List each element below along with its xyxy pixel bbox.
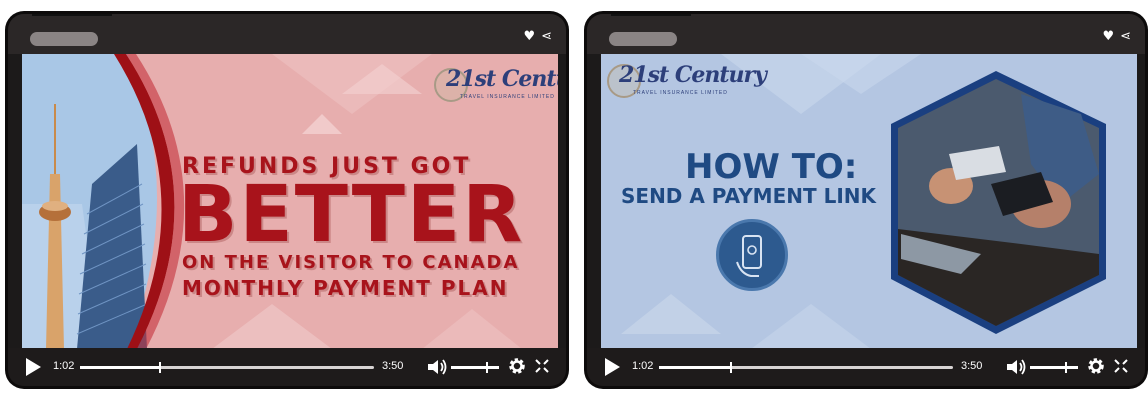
headline-line-3: ON THE VISITOR TO CANADA [182,252,520,273]
gear-icon[interactable] [507,356,527,376]
video-player-right[interactable]: ♥ ⋖ 21st Century TRAVEL INSURANCE LIMITE… [587,14,1145,386]
duration: 3:50 [382,360,404,372]
volume-icon[interactable] [426,357,448,377]
play-icon[interactable] [26,358,41,376]
fullscreen-icon[interactable] [534,358,550,374]
video-frame-left[interactable]: 21st Century TRAVEL INSURANCE LIMITED RE… [22,54,558,349]
video-frame-right[interactable]: 21st Century TRAVEL INSURANCE LIMITED HO… [601,54,1137,349]
video-title: HOW TO: [685,147,858,187]
frame-tab [645,14,691,16]
fullscreen-icon[interactable] [1113,358,1129,374]
progress-fill [80,366,160,369]
volume-icon[interactable] [1005,357,1027,377]
share-icon[interactable]: ⋖ [541,29,552,44]
volume-handle[interactable] [485,362,488,373]
player-controls: 1:02 3:50 [587,348,1145,386]
player-top-bar: ♥ ⋖ [587,14,1145,54]
progress-handle[interactable] [729,362,732,373]
video-subtitle: SEND A PAYMENT LINK [621,184,877,208]
title-placeholder-bar [30,32,98,46]
gear-icon[interactable] [1086,356,1106,376]
player-top-bar: ♥ ⋖ [8,14,566,54]
logo-subtext: TRAVEL INSURANCE LIMITED [460,94,555,100]
volume-slider[interactable] [1030,362,1078,373]
heart-icon[interactable]: ♥ [523,29,535,44]
logo-brand-text: 21st Century [619,62,767,88]
title-placeholder-bar [609,32,677,46]
player-controls: 1:02 3:50 [8,348,566,386]
frame-tab [66,14,112,16]
current-time: 1:02 [53,360,75,372]
volume-slider[interactable] [451,362,499,373]
progress-handle[interactable] [159,362,162,373]
heart-icon[interactable]: ♥ [1102,29,1114,44]
headline-line-4: MONTHLY PAYMENT PLAN [182,276,509,300]
payment-link-phone-icon [716,219,788,291]
progress-bar[interactable] [659,362,953,373]
volume-handle[interactable] [1064,362,1067,373]
share-icon[interactable]: ⋖ [1120,29,1131,44]
progress-fill [659,366,730,369]
progress-bar[interactable] [80,362,374,373]
logo-subtext: TRAVEL INSURANCE LIMITED [633,90,728,96]
video-player-left[interactable]: ♥ ⋖ 21st Cent TRAVEL INSURANCE LIMITED R… [8,14,566,386]
current-time: 1:02 [632,360,654,372]
headline-big: BETTER [178,170,525,260]
logo-brand-text: 21st Century [446,66,558,92]
duration: 3:50 [961,360,983,372]
play-icon[interactable] [605,358,620,376]
